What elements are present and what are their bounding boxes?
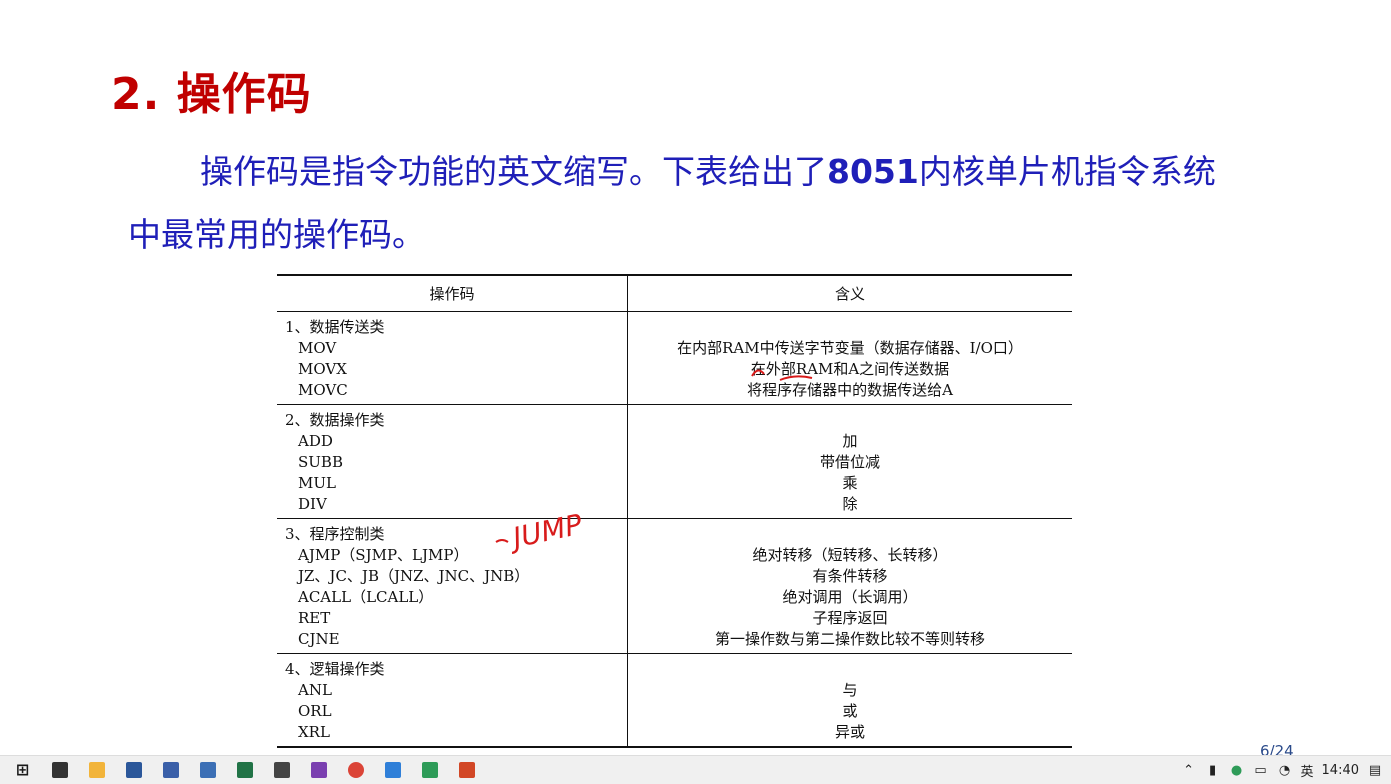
app-swirl-icon[interactable] [48,758,72,782]
app-signal-icon[interactable] [307,758,331,782]
table-row: 4、逻辑操作类 ANL ORL XRL 与或异或 [277,654,1072,746]
ime-indicator[interactable]: 英 [1301,761,1314,780]
opcode: ADD [298,432,333,450]
intro-line-1-text-a: 操作码是指令功能的英文缩写。下表给出了 [200,152,827,191]
category-label: 2、数据操作类 [285,411,385,429]
meaning: 第一操作数与第二操作数比较不等则转移 [714,630,985,648]
meaning: 绝对转移（短转移、长转移） [752,546,948,564]
app-building-icon[interactable] [159,758,183,782]
taskbar-apps: ⊞ [0,758,485,782]
opcode-cell: 4、逻辑操作类 ANL ORL XRL [277,654,628,746]
word-icon[interactable] [122,758,146,782]
opcode: MOVC [298,381,348,399]
meaning: 乘 [842,474,858,492]
meaning: 或 [842,702,858,720]
opcode-cell: 1、数据传送类 MOV MOVX MOVC [277,312,628,404]
opcode: MOVX [298,360,347,378]
table-row: 1、数据传送类 MOV MOVX MOVC 在内部RAM中传送字节变量（数据存储器、I/… [277,312,1072,405]
meaning: 与 [842,681,858,699]
opcode-table: 操作码 含义 1、数据传送类 MOV MOVX MOVC 在内部RAM中传送字节变量（数… [277,274,1072,748]
opcode: JZ、JC、JB（JNZ、JNC、JNB） [298,567,530,585]
table-row: 2、数据操作类 ADD SUBB MUL DIV 加带借位减乘除 [277,405,1072,519]
intro-paragraph: 操作码是指令功能的英文缩写。下表给出了8051内核单片机指令系统 中最常用的操作… [128,140,1308,266]
opcode: SUBB [298,453,343,471]
app-window-icon[interactable] [196,758,220,782]
meaning-cell: 绝对转移（短转移、长转移） 有条件转移绝对调用（长调用） 子程序返回第一操作数与第二… [628,519,1072,653]
intro-line-1-bold: 8051 [827,152,919,191]
table-row: 3、程序控制类 AJMP（SJMP、LJMP） JZ、JC、JB（JNZ、JNC、J… [277,519,1072,654]
handwritten-annotation: JUMP [495,508,585,556]
chrome-icon[interactable] [344,758,368,782]
meaning: 将程序存储器中的数据传送给A [747,381,953,399]
meaning: 有条件转移 [812,567,888,585]
show-hidden-icons-icon[interactable]: ⌃ [1181,763,1197,779]
system-tray: ⌃ ▮ ● ▭ ◔ 英 14:40 ▤ [1181,756,1383,784]
header-meaning: 含义 [834,285,865,303]
opcode: MOV [298,339,337,357]
meaning: 在外部RAM和A之间传送数据 [750,360,950,378]
red-strike-marks [751,369,813,381]
opcode: ACALL（LCALL） [298,588,434,606]
app-v-icon[interactable] [418,758,442,782]
category-label: 1、数据传送类 [285,318,385,336]
opcode: RET [298,609,331,627]
security-status-icon[interactable]: ● [1229,763,1245,779]
meaning-cell: 与或异或 [628,654,1072,746]
intro-line-2: 中最常用的操作码。 [128,215,425,254]
clock[interactable]: 14:40 [1322,763,1359,778]
app-mountain-icon[interactable] [381,758,405,782]
opcode: ORL [298,702,332,720]
microphone-icon[interactable]: ▮ [1205,763,1221,779]
header-opcode: 操作码 [277,276,628,311]
meaning: 子程序返回 [812,609,888,627]
meaning: 除 [842,495,858,513]
opcode: MUL [298,474,336,492]
excel-icon[interactable] [233,758,257,782]
app-pen-icon[interactable] [270,758,294,782]
table-header-row: 操作码 含义 [277,276,1072,312]
category-label: 4、逻辑操作类 [285,660,385,678]
meaning-cell: 在内部RAM中传送字节变量（数据存储器、I/O口） 在外部RAM和A之间传送数据将… [628,312,1072,404]
underline-ajmp [495,539,509,543]
slide: 2. 操作码 操作码是指令功能的英文缩写。下表给出了8051内核单片机指令系统 … [0,0,1391,760]
wifi-icon[interactable]: ◔ [1277,763,1293,779]
opcode: ANL [298,681,332,699]
handwritten-jump-text: JUMP [505,508,585,556]
powerpoint-icon[interactable] [455,758,479,782]
intro-line-1: 操作码是指令功能的英文缩写。下表给出了8051内核单片机指令系统 [128,140,1308,203]
table-body: 1、数据传送类 MOV MOVX MOVC 在内部RAM中传送字节变量（数据存储器、I/… [277,312,1072,746]
meaning: 在内部RAM中传送字节变量（数据存储器、I/O口） [677,339,1023,357]
meaning: 绝对调用（长调用） [782,588,918,606]
opcode: XRL [298,723,330,741]
meaning-cell: 加带借位减乘除 [628,405,1072,518]
start-icon[interactable]: ⊞ [11,758,35,782]
opcode: CJNE [298,630,340,648]
notification-icon[interactable]: ▤ [1367,763,1383,779]
intro-line-1-text-b: 内核单片机指令系统 [918,152,1216,191]
file-explorer-icon[interactable] [85,758,109,782]
meaning: 加 [842,432,858,450]
battery-icon[interactable]: ▭ [1253,763,1269,779]
taskbar: ⊞ ⌃ ▮ ● ▭ ◔ 英 14:40 ▤ [0,755,1391,784]
meaning: 带借位减 [819,453,880,471]
meaning: 异或 [834,723,865,741]
slide-title: 2. 操作码 [111,69,312,120]
